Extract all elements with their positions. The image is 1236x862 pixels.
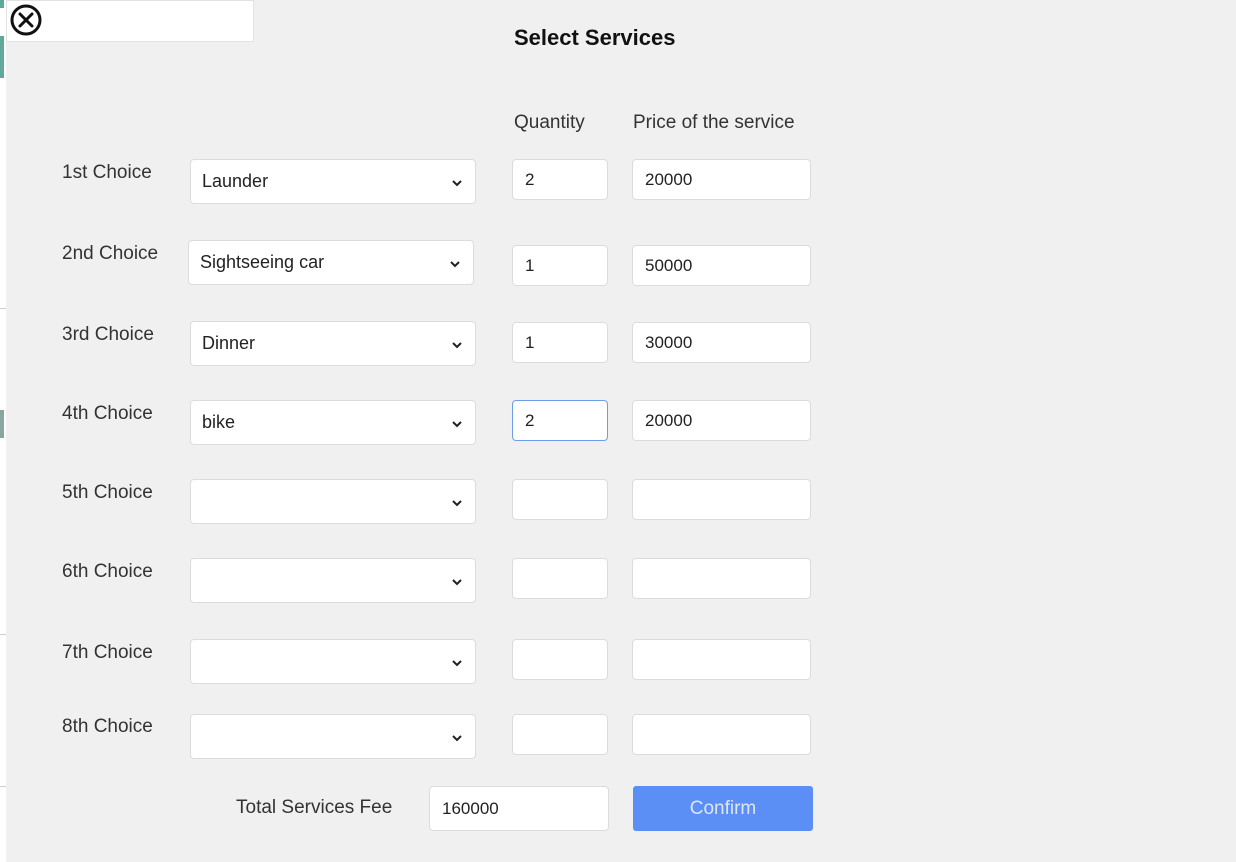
quantity-input[interactable] xyxy=(512,400,608,441)
price-input[interactable] xyxy=(632,558,811,599)
quantity-input[interactable] xyxy=(512,714,608,755)
close-circle-icon xyxy=(10,4,42,36)
total-fee-input[interactable] xyxy=(429,786,609,831)
quantity-input[interactable] xyxy=(512,639,608,680)
quantity-column-header: Quantity xyxy=(514,112,585,133)
service-select[interactable]: bike xyxy=(190,400,476,445)
total-fee-label: Total Services Fee xyxy=(236,797,393,818)
price-column-header: Price of the service xyxy=(633,112,795,133)
choice-label: 4th Choice xyxy=(62,403,153,424)
quantity-input[interactable] xyxy=(512,159,608,200)
chevron-down-icon xyxy=(450,261,460,268)
service-select[interactable]: Dinner xyxy=(190,321,476,366)
service-select[interactable] xyxy=(190,558,476,603)
choice-label: 6th Choice xyxy=(62,561,153,582)
price-input[interactable] xyxy=(632,479,811,520)
choice-label: 8th Choice xyxy=(62,716,153,737)
background-accent xyxy=(0,0,4,8)
price-input[interactable] xyxy=(632,400,811,441)
page-title: Select Services xyxy=(514,25,676,50)
chevron-down-icon xyxy=(452,180,462,187)
service-select[interactable] xyxy=(190,639,476,684)
service-select[interactable]: Launder xyxy=(190,159,476,204)
price-input[interactable] xyxy=(632,245,811,286)
chevron-down-icon xyxy=(452,735,462,742)
choice-label: 5th Choice xyxy=(62,482,153,503)
price-input[interactable] xyxy=(632,322,811,363)
price-input[interactable] xyxy=(632,714,811,755)
background-accent xyxy=(0,36,4,78)
service-select[interactable] xyxy=(190,714,476,759)
quantity-input[interactable] xyxy=(512,245,608,286)
quantity-input[interactable] xyxy=(512,479,608,520)
price-input[interactable] xyxy=(632,159,811,200)
service-select-value: Launder xyxy=(202,171,269,191)
chevron-down-icon xyxy=(452,660,462,667)
choice-label: 2nd Choice xyxy=(62,243,159,264)
service-select[interactable]: Sightseeing car xyxy=(188,240,474,285)
service-select-value: Dinner xyxy=(202,333,256,353)
choice-label: 7th Choice xyxy=(62,642,153,663)
service-select-value: bike xyxy=(202,412,236,432)
select-services-panel: Select Services Quantity Price of the se… xyxy=(6,0,1236,862)
confirm-button[interactable]: Confirm xyxy=(633,786,813,831)
choice-label: 3rd Choice xyxy=(62,324,154,345)
chevron-down-icon xyxy=(452,500,462,507)
choice-label: 1st Choice xyxy=(62,162,152,183)
close-button[interactable] xyxy=(6,0,46,40)
chevron-down-icon xyxy=(452,421,462,428)
service-select[interactable] xyxy=(190,479,476,524)
chevron-down-icon xyxy=(452,342,462,349)
quantity-input[interactable] xyxy=(512,322,608,363)
price-input[interactable] xyxy=(632,639,811,680)
service-select-value: Sightseeing car xyxy=(200,252,325,272)
background-accent xyxy=(0,410,4,438)
quantity-input[interactable] xyxy=(512,558,608,599)
chevron-down-icon xyxy=(452,579,462,586)
